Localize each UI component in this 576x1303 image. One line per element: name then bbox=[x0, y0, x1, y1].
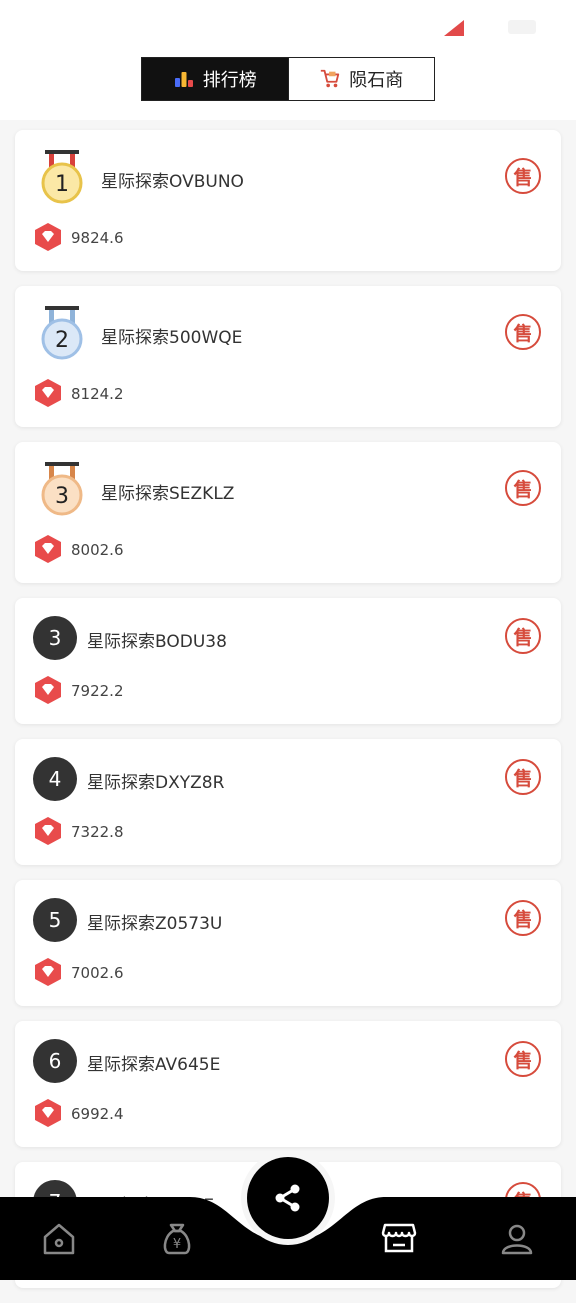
gem-icon bbox=[35, 223, 61, 251]
signal-icon bbox=[444, 20, 464, 36]
sell-button[interactable]: 售 bbox=[505, 900, 541, 936]
sell-button[interactable]: 售 bbox=[505, 314, 541, 350]
tab-meteorite-shop[interactable]: 陨石商 bbox=[288, 57, 435, 101]
silver-medal-icon: 2 bbox=[41, 306, 83, 360]
rank-badge: 6 bbox=[33, 1039, 77, 1083]
svg-text:¥: ¥ bbox=[173, 1237, 181, 1252]
tab-leaderboard-label: 排行榜 bbox=[202, 70, 257, 91]
gem-icon bbox=[35, 535, 61, 563]
list-item: 4 星际探索DXYZ8R 售 7322.8 bbox=[15, 739, 561, 865]
sell-button[interactable]: 售 bbox=[505, 759, 541, 795]
battery-icon bbox=[508, 20, 536, 34]
sell-button[interactable]: 售 bbox=[505, 470, 541, 506]
rank-badge: 4 bbox=[33, 757, 77, 801]
score-value: 7322.8 bbox=[71, 823, 124, 841]
score-value: 7922.2 bbox=[71, 682, 124, 700]
player-name: 星际探索500WQE bbox=[101, 328, 243, 348]
list-item: 2 星际探索500WQE 售 8124.2 bbox=[15, 286, 561, 427]
player-name: 星际探索Z0573U bbox=[87, 914, 223, 934]
store-icon[interactable] bbox=[379, 1217, 419, 1257]
sell-button[interactable]: 售 bbox=[505, 1041, 541, 1077]
gold-medal-icon: 1 bbox=[41, 150, 83, 204]
svg-text:3: 3 bbox=[55, 484, 69, 509]
home-icon[interactable] bbox=[39, 1219, 79, 1259]
shopping-cart-icon bbox=[321, 69, 340, 88]
list-item: 3 星际探索SEZKLZ 售 8002.6 bbox=[15, 442, 561, 583]
player-name: 星际探索BODU38 bbox=[87, 632, 227, 652]
gem-icon bbox=[35, 958, 61, 986]
svg-text:2: 2 bbox=[55, 328, 69, 353]
svg-text:1: 1 bbox=[55, 172, 69, 197]
sell-button[interactable]: 售 bbox=[505, 158, 541, 194]
score-value: 7002.6 bbox=[71, 964, 124, 982]
share-button[interactable] bbox=[247, 1157, 329, 1239]
score-value: 8124.2 bbox=[71, 385, 124, 403]
leaderboard-list: 1 星际探索OVBUNO 售 9824.6 2 星际探索500WQE 售 812… bbox=[15, 130, 561, 1303]
user-icon[interactable] bbox=[497, 1219, 537, 1259]
rank-badge: 3 bbox=[33, 616, 77, 660]
score-value: 9824.6 bbox=[71, 229, 124, 247]
share-icon bbox=[275, 1184, 300, 1212]
list-item: 5 星际探索Z0573U 售 7002.6 bbox=[15, 880, 561, 1006]
gem-icon bbox=[35, 676, 61, 704]
score-value: 8002.6 bbox=[71, 541, 124, 559]
bronze-medal-icon: 3 bbox=[41, 462, 83, 516]
list-item: 6 星际探索AV645E 售 6992.4 bbox=[15, 1021, 561, 1147]
player-name: 星际探索SEZKLZ bbox=[101, 484, 235, 504]
gem-icon bbox=[35, 1099, 61, 1127]
player-name: 星际探索DXYZ8R bbox=[87, 773, 225, 793]
money-bag-icon[interactable]: ¥ bbox=[157, 1219, 197, 1259]
tab-group: 排行榜 陨石商 bbox=[141, 57, 435, 101]
status-bar bbox=[0, 0, 576, 50]
score-value: 6992.4 bbox=[71, 1105, 124, 1123]
gem-icon bbox=[35, 817, 61, 845]
gem-icon bbox=[35, 379, 61, 407]
rank-badge: 5 bbox=[33, 898, 77, 942]
player-name: 星际探索OVBUNO bbox=[101, 172, 244, 192]
player-name: 星际探索AV645E bbox=[87, 1055, 221, 1075]
tab-meteorite-shop-label: 陨石商 bbox=[349, 70, 404, 91]
bar-chart-icon bbox=[174, 72, 193, 87]
list-item: 3 星际探索BODU38 售 7922.2 bbox=[15, 598, 561, 724]
tab-leaderboard[interactable]: 排行榜 bbox=[141, 57, 289, 101]
sell-button[interactable]: 售 bbox=[505, 618, 541, 654]
list-item: 1 星际探索OVBUNO 售 9824.6 bbox=[15, 130, 561, 271]
